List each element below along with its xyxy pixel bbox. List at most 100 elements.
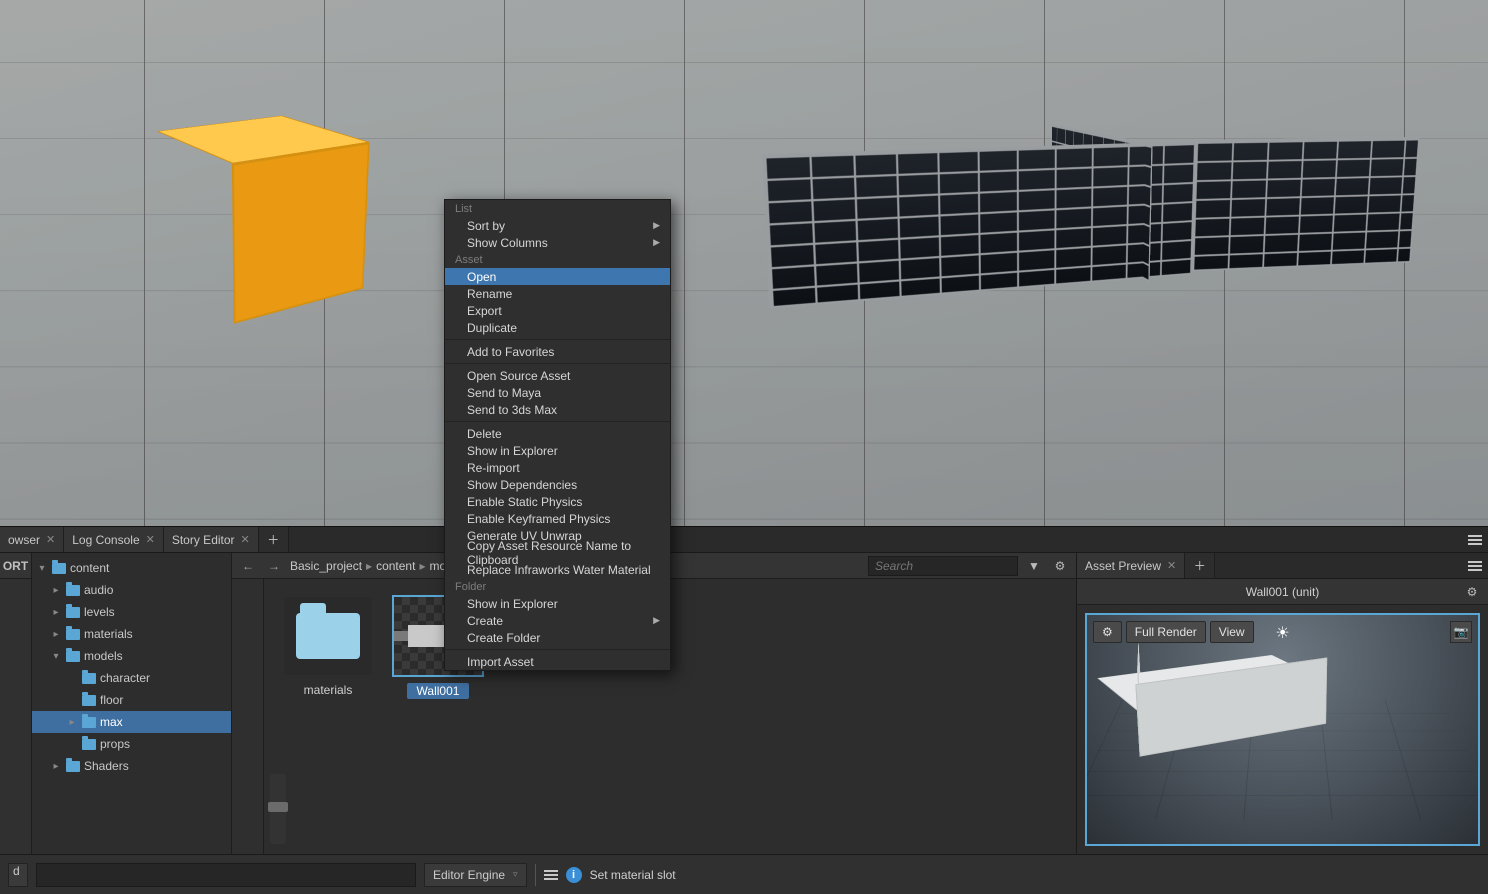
context-menu-item[interactable]: Re-import xyxy=(445,459,670,476)
statusbar-left-stub[interactable]: d xyxy=(8,863,28,887)
thumbnail-zoom-slider[interactable] xyxy=(270,774,286,844)
sun-icon[interactable]: ☀ xyxy=(1275,623,1289,643)
preview-viewport[interactable]: ⚙ Full Render View ☀ 📷 xyxy=(1085,613,1480,846)
context-menu-item[interactable]: Show Dependencies xyxy=(445,476,670,493)
import-button[interactable]: ORT xyxy=(0,553,31,579)
button-label: View xyxy=(1219,625,1245,639)
tree-item-audio[interactable]: ▸audio xyxy=(32,579,231,601)
context-menu-item-label: Add to Favorites xyxy=(467,345,554,359)
tree-item-content[interactable]: ▾content xyxy=(32,557,231,579)
folder-icon xyxy=(82,739,96,750)
context-menu-item[interactable]: Export xyxy=(445,302,670,319)
context-menu-item-label: Show Dependencies xyxy=(467,478,577,492)
tab-story-editor[interactable]: Story Editor ✕ xyxy=(164,527,259,552)
context-menu-item[interactable]: Open Source Asset xyxy=(445,367,670,384)
context-menu-item-label: Enable Static Physics xyxy=(467,495,582,509)
context-menu-item[interactable]: Enable Keyframed Physics xyxy=(445,510,670,527)
tab-log-console[interactable]: Log Console ✕ xyxy=(64,527,164,552)
asset-materials-folder[interactable]: materials xyxy=(282,597,374,697)
tree-item-max[interactable]: ▸max xyxy=(32,711,231,733)
engine-dropdown[interactable]: Editor Engine ▿ xyxy=(424,863,527,887)
breadcrumb-part[interactable]: content xyxy=(376,559,415,573)
context-menu-item[interactable]: Copy Asset Resource Name to Clipboard xyxy=(445,544,670,561)
context-menu-item[interactable]: Show Columns▶ xyxy=(445,234,670,251)
folder-icon xyxy=(296,613,360,659)
add-tab-button[interactable]: ＋ xyxy=(1185,553,1215,578)
context-menu-item-label: Enable Keyframed Physics xyxy=(467,512,610,526)
tree-item-floor[interactable]: floor xyxy=(32,689,231,711)
filter-icon[interactable]: ▼ xyxy=(1024,556,1044,576)
context-menu-section-header: Folder xyxy=(445,578,670,595)
tree-item-levels[interactable]: ▸levels xyxy=(32,601,231,623)
context-menu-item[interactable]: Open xyxy=(445,268,670,285)
tree-item-character[interactable]: character xyxy=(32,667,231,689)
context-menu-item[interactable]: Send to 3ds Max xyxy=(445,401,670,418)
context-menu-item[interactable]: Create▶ xyxy=(445,612,670,629)
nav-forward-button[interactable]: → xyxy=(264,556,284,576)
tree-label: max xyxy=(100,715,123,729)
camera-icon[interactable]: 📷 xyxy=(1450,621,1472,643)
folder-icon xyxy=(66,761,80,772)
tree-item-materials[interactable]: ▸materials xyxy=(32,623,231,645)
context-menu-item[interactable]: Send to Maya xyxy=(445,384,670,401)
context-menu-item[interactable]: Import Asset xyxy=(445,653,670,670)
content-minibar xyxy=(232,579,264,854)
context-menu-item[interactable]: Delete xyxy=(445,425,670,442)
breadcrumb-part[interactable]: Basic_project xyxy=(290,559,362,573)
gear-icon[interactable]: ⚙ xyxy=(1462,582,1482,602)
folder-tree[interactable]: ▾content ▸audio ▸levels ▸materials ▾mode… xyxy=(32,553,232,854)
statusbar-separator xyxy=(535,864,536,886)
tree-item-shaders[interactable]: ▸Shaders xyxy=(32,755,231,777)
folder-icon xyxy=(82,717,96,728)
full-render-button[interactable]: Full Render xyxy=(1126,621,1206,643)
preview-header: Wall001 (unit) ⚙ xyxy=(1077,579,1488,605)
context-menu[interactable]: ListSort by▶Show Columns▶AssetOpenRename… xyxy=(444,199,671,671)
add-tab-button[interactable]: ＋ xyxy=(259,527,289,552)
lower-tabstrip: owser ✕ Log Console ✕ Story Editor ✕ ＋ xyxy=(0,527,1488,553)
preview-tabstrip-menu-icon[interactable] xyxy=(1462,553,1488,578)
tab-asset-preview[interactable]: Asset Preview ✕ xyxy=(1077,553,1185,578)
new-folder-icon[interactable] xyxy=(239,611,257,627)
asset-label: materials xyxy=(304,683,353,697)
close-icon[interactable]: ✕ xyxy=(241,533,250,546)
preview-settings-button[interactable]: ⚙ xyxy=(1093,621,1122,643)
status-bar: d Editor Engine ▿ i Set material slot xyxy=(0,854,1488,894)
breadcrumb[interactable]: Basic_project▸ content▸ model xyxy=(290,559,462,573)
folder-view-icon[interactable] xyxy=(239,587,257,603)
close-icon[interactable]: ✕ xyxy=(46,533,55,546)
context-menu-item-label: Replace Infraworks Water Material xyxy=(467,563,651,577)
view-button[interactable]: View xyxy=(1210,621,1254,643)
context-menu-item-label: Show Columns xyxy=(467,236,548,250)
context-menu-item-label: Rename xyxy=(467,287,512,301)
context-menu-item-label: Delete xyxy=(467,427,502,441)
context-menu-item[interactable]: Enable Static Physics xyxy=(445,493,670,510)
preview-body: ⚙ Full Render View ☀ 📷 xyxy=(1077,605,1488,854)
tree-item-props[interactable]: props xyxy=(32,733,231,755)
context-menu-item[interactable]: Create Folder xyxy=(445,629,670,646)
search-input[interactable] xyxy=(868,556,1018,576)
nav-back-button[interactable]: ← xyxy=(238,556,258,576)
context-menu-item[interactable]: Rename xyxy=(445,285,670,302)
tree-item-models[interactable]: ▾models xyxy=(32,645,231,667)
context-menu-item[interactable]: Show in Explorer xyxy=(445,442,670,459)
context-menu-item[interactable]: Sort by▶ xyxy=(445,217,670,234)
lower-tabstrip-menu-icon[interactable] xyxy=(1462,527,1488,552)
close-icon[interactable]: ✕ xyxy=(1167,559,1176,572)
close-icon[interactable]: ✕ xyxy=(146,533,155,546)
statusbar-menu-icon[interactable] xyxy=(544,870,558,880)
tree-label: audio xyxy=(84,583,113,597)
context-menu-item[interactable]: Duplicate xyxy=(445,319,670,336)
context-menu-section-header: List xyxy=(445,200,670,217)
chevron-right-icon: ▶ xyxy=(653,220,660,231)
button-label: Full Render xyxy=(1135,625,1197,639)
context-menu-item-label: Import Asset xyxy=(467,655,534,669)
context-menu-item[interactable]: Add to Favorites xyxy=(445,343,670,360)
import-column: ORT xyxy=(0,553,32,854)
viewport-3d[interactable] xyxy=(0,0,1488,527)
context-menu-item-label: Create Folder xyxy=(467,631,540,645)
settings-icon[interactable]: ⚙ xyxy=(1050,556,1070,576)
context-menu-item[interactable]: Replace Infraworks Water Material xyxy=(445,561,670,578)
asset-browser: ORT ▾content ▸audio ▸levels ▸materials ▾… xyxy=(0,553,1488,854)
tab-asset-browser[interactable]: owser ✕ xyxy=(0,527,64,552)
context-menu-item[interactable]: Show in Explorer xyxy=(445,595,670,612)
